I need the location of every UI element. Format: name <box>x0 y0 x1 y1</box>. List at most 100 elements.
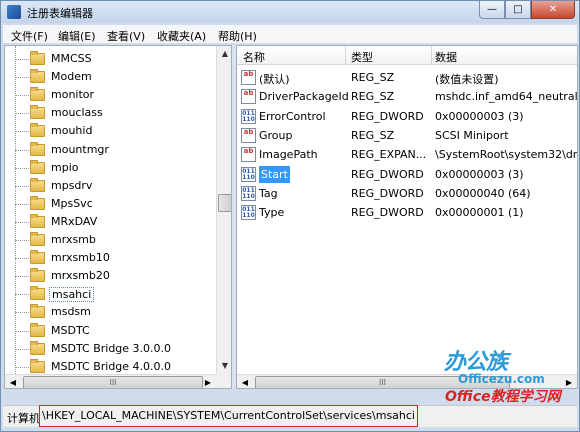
tree-item-label: msahci <box>49 287 95 303</box>
tree-item[interactable]: mrxsmb10 <box>5 249 215 268</box>
tree-item-label: mrxsmb10 <box>51 251 110 265</box>
tree-item[interactable]: MSDTC Bridge 3.0.0.0 <box>5 340 215 359</box>
string-icon: ab <box>241 89 256 105</box>
tree-connector <box>15 203 29 205</box>
tree-item[interactable]: mouclass <box>5 104 215 123</box>
value-row[interactable]: 011 110 ErrorControl REG_DWORD 0x00000003 (… <box>237 107 577 126</box>
tree-horizontal-scrollbar[interactable]: ◀ III ▶ <box>5 374 216 388</box>
values-list[interactable]: 名称 类型 数据 ab (默认) REG_SZ (数值未设置) ab DriverPack… <box>236 45 578 389</box>
value-row[interactable]: 011 110 Start REG_DWORD 0x00000003 (3) <box>237 165 577 184</box>
value-type: REG_DWORD <box>351 167 424 181</box>
title-bar[interactable]: 注册表编辑器 — □ ✕ <box>1 1 579 23</box>
scroll-left-arrow-icon[interactable]: ◀ <box>237 375 253 388</box>
folder-icon <box>30 268 45 283</box>
column-type[interactable]: 类型 <box>351 49 373 65</box>
maximize-button[interactable]: □ <box>505 1 531 19</box>
value-row[interactable]: ab DriverPackageId REG_SZ mshdc.inf_amd64_n… <box>237 87 577 106</box>
tree-item[interactable]: mpio <box>5 159 215 178</box>
tree-item[interactable]: Modem <box>5 68 215 87</box>
value-row[interactable]: ab ImagePath REG_EXPAN... \SystemRoot\syste… <box>237 145 577 164</box>
status-bar: 计算机 \HKEY_LOCAL_MACHINE\SYSTEM\CurrentCo… <box>3 405 577 427</box>
value-row[interactable]: ab (默认) REG_SZ (数值未设置) <box>237 68 577 87</box>
column-divider[interactable] <box>431 46 432 65</box>
tree-item-label: mpio <box>51 160 79 174</box>
tree-item-label: MSDTC Bridge 4.0.0.0 <box>51 359 172 373</box>
menu-view[interactable]: 查看(V) <box>107 28 145 44</box>
folder-icon <box>30 51 45 65</box>
tree-item[interactable]: msdsm <box>5 303 215 322</box>
folder-icon <box>30 213 45 228</box>
scroll-thumb[interactable] <box>218 194 231 212</box>
tree-item[interactable]: mrxsmb <box>5 231 215 250</box>
scroll-up-arrow-icon[interactable]: ▲ <box>217 46 231 62</box>
tree-connector <box>15 276 29 278</box>
scroll-right-arrow-icon[interactable]: ▶ <box>561 375 577 388</box>
tree-item-label: mouhid <box>51 124 93 138</box>
value-data: \SystemRoot\system32\dr <box>435 148 577 162</box>
value-row[interactable]: ab Group REG_SZ SCSI Miniport <box>237 126 577 145</box>
tree-item[interactable]: MpsSvc <box>5 195 215 214</box>
tree-item-label: MSDTC Bridge 3.0.0.0 <box>51 341 172 355</box>
minimize-button[interactable]: — <box>479 1 505 19</box>
value-type: REG_EXPAN... <box>351 148 427 162</box>
tree-connector <box>15 366 29 368</box>
binary-icon: 011 110 <box>241 185 256 201</box>
value-type: REG_SZ <box>351 90 395 104</box>
tree-connector <box>15 95 29 97</box>
tree-item-label: mpsdrv <box>51 178 93 192</box>
value-data: 0x00000003 (3) <box>435 109 524 123</box>
value-data: 0x00000040 (64) <box>435 186 531 200</box>
scroll-thumb[interactable]: III <box>23 376 203 388</box>
tree-item[interactable]: mouhid <box>5 122 215 141</box>
folder-icon <box>30 105 45 120</box>
status-computer-label: 计算机 <box>7 412 40 425</box>
tree-item[interactable]: MSDTC <box>5 322 215 341</box>
value-type: REG_DWORD <box>351 206 424 220</box>
value-data: (数值未设置) <box>435 73 499 86</box>
tree-item[interactable]: mrxsmb20 <box>5 267 215 286</box>
status-registry-path: \HKEY_LOCAL_MACHINE\SYSTEM\CurrentContro… <box>39 405 418 427</box>
tree-connector <box>15 149 29 151</box>
tree-connector <box>15 330 29 332</box>
tree-item-label: MpsSvc <box>51 196 93 210</box>
folder-icon <box>30 69 45 84</box>
tree-item[interactable]: msahci <box>5 285 215 304</box>
menu-help[interactable]: 帮助(H) <box>218 28 257 44</box>
scroll-left-arrow-icon[interactable]: ◀ <box>5 375 21 388</box>
tree-item-label: mrxsmb20 <box>51 269 110 283</box>
tree-item[interactable]: MRxDAV <box>5 213 215 232</box>
registry-tree[interactable]: MMCSS Modem monitor mouclass mouhid mountmgr m… <box>4 45 232 389</box>
folder-icon <box>30 87 45 102</box>
folder-icon <box>30 340 45 355</box>
column-name[interactable]: 名称 <box>243 49 265 65</box>
scroll-corner <box>216 374 231 388</box>
menu-favorites[interactable]: 收藏夹(A) <box>157 28 206 44</box>
tree-item[interactable]: monitor <box>5 86 215 105</box>
column-divider[interactable] <box>345 46 346 65</box>
menu-edit[interactable]: 编辑(E) <box>58 28 96 44</box>
scroll-down-arrow-icon[interactable]: ▼ <box>217 358 231 374</box>
folder-icon <box>30 141 45 156</box>
scroll-right-arrow-icon[interactable]: ▶ <box>200 375 216 388</box>
value-name: (默认) <box>259 73 290 86</box>
tree-connector <box>15 59 29 60</box>
column-data[interactable]: 数据 <box>435 49 457 65</box>
binary-icon: 011 110 <box>241 205 256 221</box>
tree-item-label: mouclass <box>51 106 103 120</box>
tree-item[interactable]: MMCSS <box>5 50 215 69</box>
value-name: DriverPackageId <box>259 90 349 104</box>
binary-icon: 011 110 <box>241 166 256 182</box>
value-row[interactable]: 011 110 Tag REG_DWORD 0x00000040 (64) <box>237 184 577 203</box>
close-button[interactable]: ✕ <box>531 1 575 19</box>
value-row[interactable]: 011 110 Type REG_DWORD 0x00000001 (1) <box>237 203 577 222</box>
menu-file[interactable]: 文件(F) <box>11 28 48 44</box>
string-icon: ab <box>241 70 256 85</box>
tree-item-label: MSDTC <box>51 323 90 337</box>
tree-item[interactable]: mpsdrv <box>5 177 215 196</box>
tree-item[interactable]: mountmgr <box>5 141 215 160</box>
folder-icon <box>30 177 45 192</box>
tree-vertical-scrollbar[interactable]: ▲ ▼ <box>216 46 231 374</box>
binary-icon: 011 110 <box>241 108 256 124</box>
tree-item-label: Modem <box>51 70 92 84</box>
tree-connector <box>15 294 29 296</box>
